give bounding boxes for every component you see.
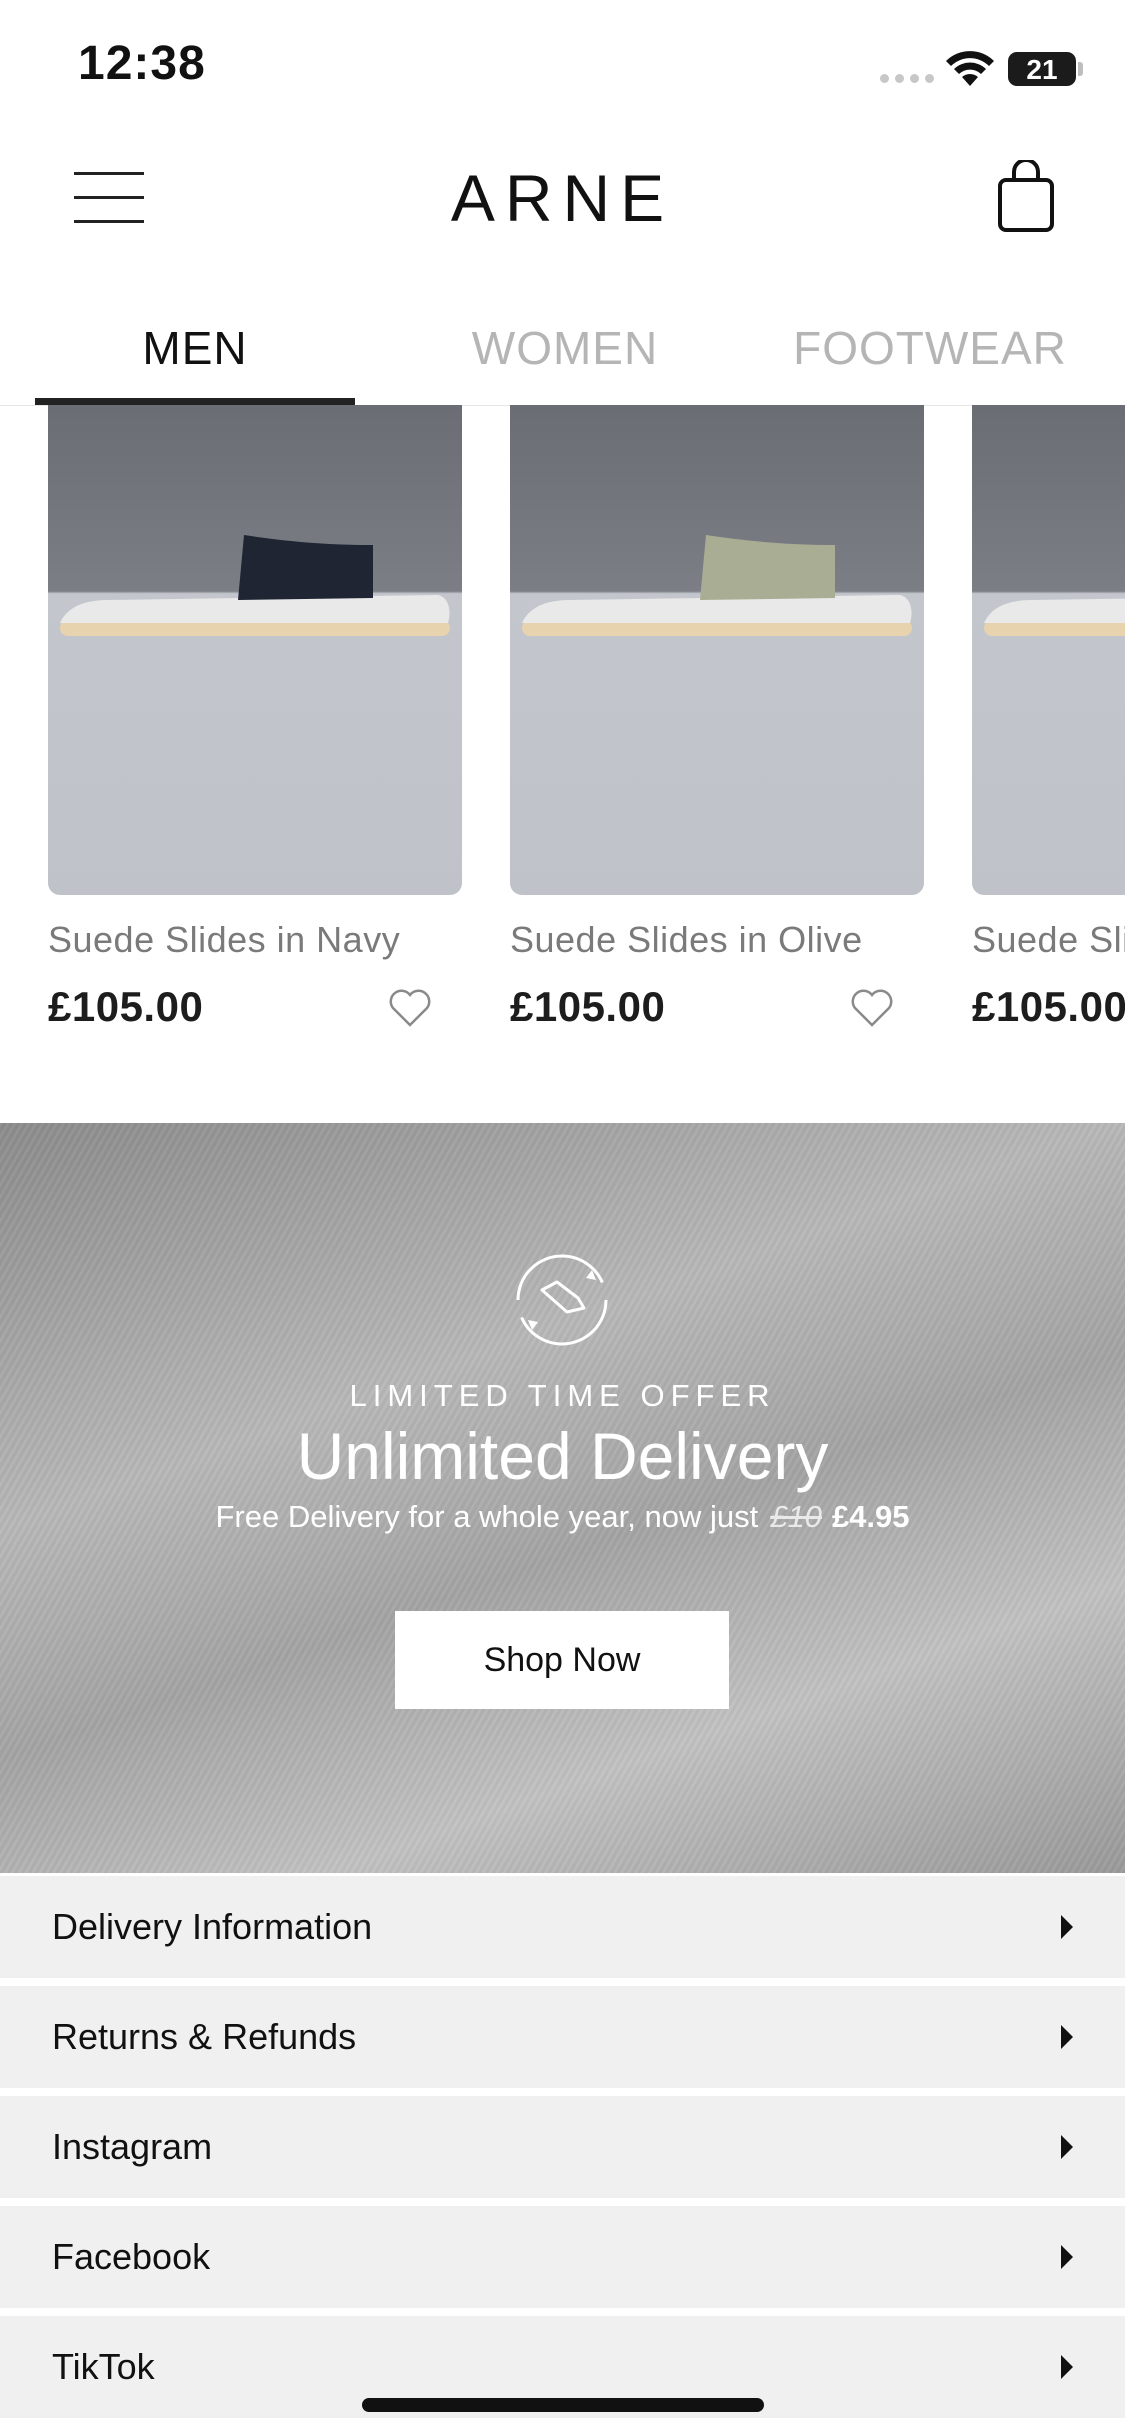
product-price: £105.00 — [972, 983, 1125, 1030]
link-facebook[interactable]: Facebook — [0, 2206, 1125, 2308]
chevron-right-icon — [1061, 1915, 1073, 1939]
home-indicator[interactable] — [362, 2398, 764, 2412]
promo-new-price: £4.95 — [831, 1499, 910, 1534]
link-delivery-information[interactable]: Delivery Information — [0, 1876, 1125, 1978]
tab-men[interactable]: MEN — [35, 290, 355, 405]
slide-sandal-image — [984, 598, 1125, 636]
chevron-right-icon — [1061, 2135, 1073, 2159]
product-name: Suede Sli — [972, 919, 1125, 960]
battery-icon: 21 — [1008, 52, 1076, 86]
product-image[interactable] — [48, 405, 462, 895]
promo-subtext-label: Free Delivery for a whole year, now just — [215, 1499, 759, 1534]
promo-old-price: £10 — [770, 1499, 822, 1534]
heart-icon[interactable] — [850, 988, 894, 1028]
promo-headline: Unlimited Delivery — [296, 1419, 829, 1493]
link-label: Instagram — [52, 2126, 213, 2167]
promo-eyebrow: LIMITED TIME OFFER — [349, 1378, 776, 1413]
slide-sandal-image — [522, 535, 912, 636]
shop-now-button[interactable]: Shop Now — [395, 1611, 729, 1709]
product-card[interactable]: Suede Slides in Navy £105.00 — [48, 405, 462, 1031]
wifi-icon — [946, 51, 994, 86]
status-bar: 12:38 21 — [0, 0, 1125, 135]
app-header: ARNE — [0, 140, 1125, 260]
slide-sandal-image — [60, 535, 450, 636]
battery-cap — [1078, 62, 1083, 76]
link-instagram[interactable]: Instagram — [0, 2096, 1125, 2198]
sandal-strap — [700, 535, 835, 600]
product-image[interactable] — [510, 405, 924, 895]
active-tab-indicator — [35, 398, 355, 405]
chevron-right-icon — [1061, 2355, 1073, 2379]
heart-icon[interactable] — [388, 988, 432, 1028]
product-name: Suede Slides in Olive — [510, 919, 863, 960]
brand-logo: ARNE — [450, 161, 675, 235]
product-name: Suede Slides in Navy — [48, 919, 401, 960]
footer-links: Delivery Information Returns & Refunds I… — [0, 1876, 1125, 2426]
delivery-shoe-icon — [516, 1254, 608, 1346]
shopping-bag-icon[interactable] — [996, 160, 1056, 234]
link-label: Returns & Refunds — [52, 2016, 357, 2057]
promo-banner: LIMITED TIME OFFER Unlimited Delivery Fr… — [0, 1123, 1125, 1873]
promo-subtext: Free Delivery for a whole year, now just… — [0, 1499, 1125, 1535]
product-image[interactable] — [972, 405, 1125, 895]
product-card[interactable]: Suede Sli £105.00 — [972, 405, 1125, 1031]
sandal-strap — [238, 535, 373, 600]
tab-women[interactable]: WOMEN — [405, 290, 725, 405]
category-tabs: MEN WOMEN FOOTWEAR — [0, 290, 1125, 406]
link-label: Delivery Information — [52, 1906, 373, 1947]
product-card[interactable]: Suede Slides in Olive £105.00 — [510, 405, 924, 1031]
cellular-signal-icon — [880, 74, 934, 83]
status-time: 12:38 — [78, 37, 206, 90]
link-label: Facebook — [52, 2236, 211, 2277]
link-returns-refunds[interactable]: Returns & Refunds — [0, 1986, 1125, 2088]
chevron-right-icon — [1061, 2245, 1073, 2269]
battery-level: 21 — [1026, 54, 1058, 85]
tab-footwear[interactable]: FOOTWEAR — [770, 290, 1090, 405]
link-label: TikTok — [52, 2346, 155, 2387]
chevron-right-icon — [1061, 2025, 1073, 2049]
